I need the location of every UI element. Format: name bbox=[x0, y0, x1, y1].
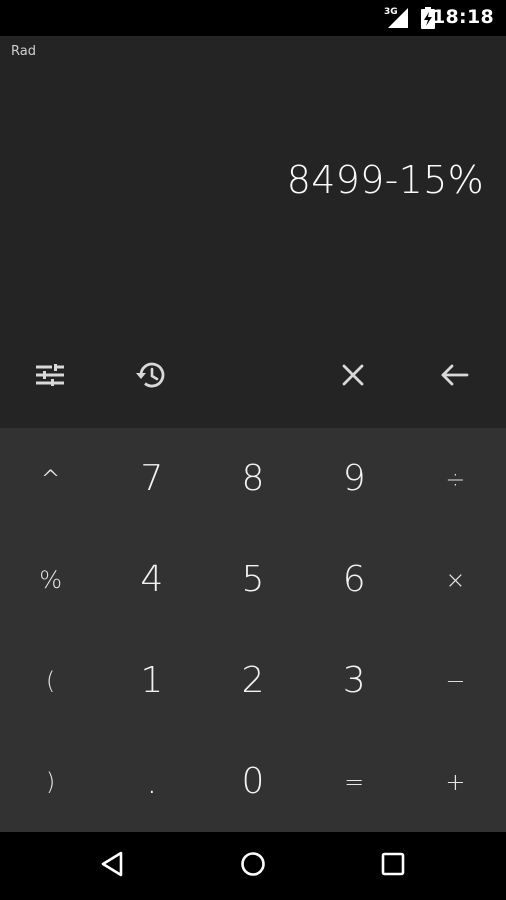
status-clock: 18:18 bbox=[432, 6, 494, 28]
backspace-button[interactable] bbox=[425, 352, 485, 402]
key-decimal[interactable]: . bbox=[101, 731, 202, 832]
back-button[interactable] bbox=[90, 846, 134, 886]
key-open-paren[interactable]: ( bbox=[0, 630, 101, 731]
home-button[interactable] bbox=[231, 846, 275, 886]
key-plus[interactable]: + bbox=[405, 731, 506, 832]
key-2[interactable]: 2 bbox=[202, 630, 303, 731]
key-1[interactable]: 1 bbox=[101, 630, 202, 731]
key-4[interactable]: 4 bbox=[101, 529, 202, 630]
key-minus[interactable]: − bbox=[405, 630, 506, 731]
back-triangle-icon bbox=[100, 851, 124, 881]
key-close-paren[interactable]: ) bbox=[0, 731, 101, 832]
navigation-bar bbox=[0, 832, 506, 900]
key-equals[interactable]: = bbox=[304, 731, 405, 832]
status-bar: 3G 18:18 bbox=[0, 0, 506, 36]
clear-icon bbox=[342, 364, 364, 390]
settings-button[interactable] bbox=[20, 352, 80, 402]
calculator-display: Rad 8499-15% bbox=[0, 36, 506, 428]
home-circle-icon bbox=[240, 851, 266, 881]
clear-button[interactable] bbox=[323, 352, 383, 402]
history-icon bbox=[135, 360, 167, 394]
key-3[interactable]: 3 bbox=[304, 630, 405, 731]
key-8[interactable]: 8 bbox=[202, 428, 303, 529]
key-divide[interactable]: ÷ bbox=[405, 428, 506, 529]
recents-button[interactable] bbox=[371, 846, 415, 886]
key-multiply[interactable]: × bbox=[405, 529, 506, 630]
recents-square-icon bbox=[381, 852, 405, 880]
key-6[interactable]: 6 bbox=[304, 529, 405, 630]
key-9[interactable]: 9 bbox=[304, 428, 405, 529]
history-button[interactable] bbox=[121, 352, 181, 402]
signal-icon bbox=[386, 8, 408, 32]
key-0[interactable]: 0 bbox=[202, 731, 303, 832]
key-percent[interactable]: % bbox=[0, 529, 101, 630]
backspace-icon bbox=[441, 364, 469, 390]
key-7[interactable]: 7 bbox=[101, 428, 202, 529]
expression-text[interactable]: 8499-15% bbox=[287, 158, 484, 202]
sliders-icon bbox=[36, 363, 64, 390]
key-power[interactable]: ^ bbox=[0, 428, 101, 529]
key-5[interactable]: 5 bbox=[202, 529, 303, 630]
keypad: ^ 7 8 9 ÷ % 4 5 6 × ( 1 2 3 − ) . 0 = + bbox=[0, 428, 506, 832]
angle-mode-label[interactable]: Rad bbox=[11, 44, 36, 59]
